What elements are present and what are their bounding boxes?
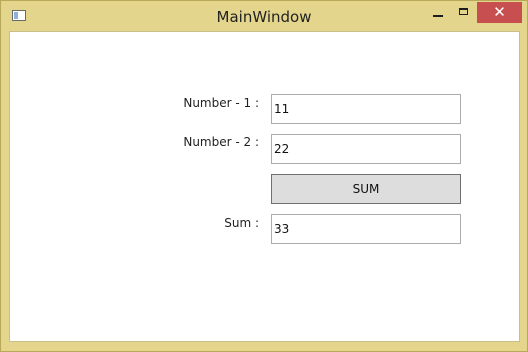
number1-label: Number - 1 :: [183, 96, 259, 110]
number1-input[interactable]: [271, 94, 461, 124]
close-button[interactable]: ✕: [477, 2, 522, 23]
sum-button[interactable]: SUM: [271, 174, 461, 204]
minimize-button[interactable]: [425, 2, 451, 23]
title-bar[interactable]: MainWindow ✕: [1, 1, 527, 31]
minimize-icon: [433, 15, 443, 17]
maximize-button[interactable]: [452, 2, 476, 23]
number2-label: Number - 2 :: [183, 135, 259, 149]
main-window: MainWindow ✕ Number - 1 : Number - 2 : S…: [0, 0, 528, 352]
sum-label: Sum :: [224, 216, 259, 230]
client-area: Number - 1 : Number - 2 : SUM Sum :: [9, 31, 520, 342]
sum-result-input[interactable]: [271, 214, 461, 244]
number2-input[interactable]: [271, 134, 461, 164]
close-icon: ✕: [493, 3, 506, 21]
maximize-icon: [459, 8, 468, 15]
